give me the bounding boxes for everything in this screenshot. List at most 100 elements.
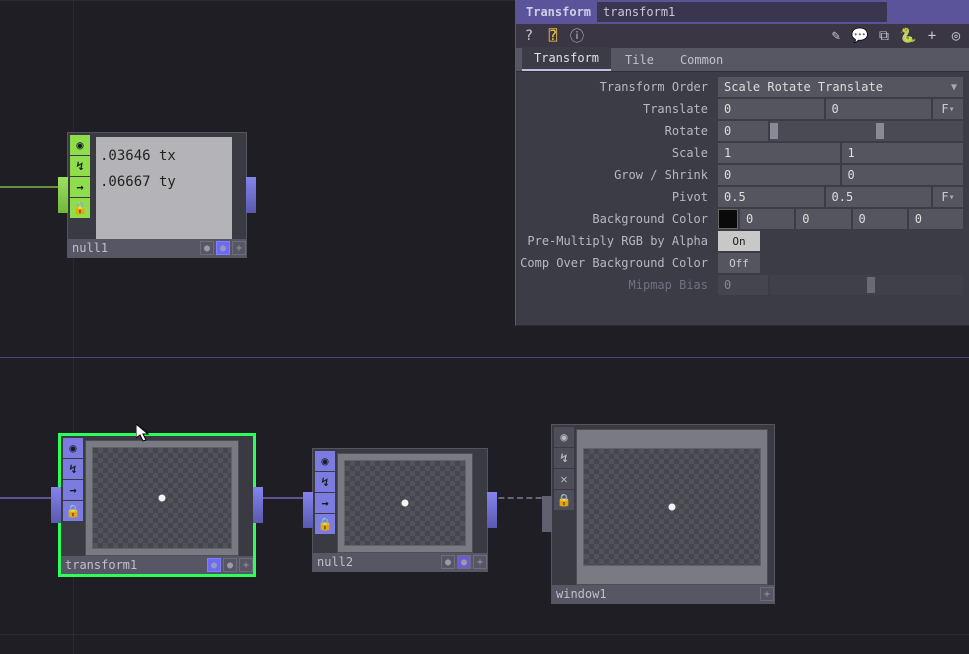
- bgcolor-r-input[interactable]: [740, 209, 794, 229]
- scale-y-input[interactable]: [842, 143, 964, 163]
- parameter-panel: Transform ? ⍰ ⓘ ✎ 💬 ⧉ 🐍 + ◎ Transform Ti…: [515, 0, 969, 326]
- readout-line-tx: .03646 tx: [100, 143, 228, 169]
- wire: [0, 186, 67, 188]
- bgcolor-g-input[interactable]: [796, 209, 850, 229]
- lock-flag-icon[interactable]: 🔒: [70, 198, 90, 218]
- param-premult: Pre-Multiply RGB by Alpha On: [516, 230, 963, 252]
- param-transform-order: Transform Order Scale Rotate Translate ▼: [516, 76, 963, 98]
- rotate-input[interactable]: [718, 121, 768, 141]
- scale-x-input[interactable]: [718, 143, 840, 163]
- copy-icon[interactable]: ⧉: [875, 27, 893, 45]
- viewer-flag-icon[interactable]: ◉: [70, 135, 90, 155]
- footer-plus-icon[interactable]: +: [760, 587, 774, 601]
- bypass-flag-icon[interactable]: ↯: [554, 448, 574, 468]
- footer-plus-icon[interactable]: +: [239, 558, 253, 572]
- rotate-slider[interactable]: [770, 121, 963, 141]
- node-null1[interactable]: ◉ ↯ → 🔒 .03646 tx .06667 ty null1 ● ● +: [67, 132, 247, 258]
- param-bgcolor: Background Color: [516, 208, 963, 230]
- panel-titlebar: Transform: [516, 0, 969, 24]
- display-flag-icon[interactable]: →: [63, 480, 83, 500]
- param-rotate: Rotate: [516, 120, 963, 142]
- panel-tabs: Transform Tile Common: [516, 48, 969, 72]
- lang-icon[interactable]: ◎: [947, 27, 965, 45]
- bgcolor-b-input[interactable]: [853, 209, 907, 229]
- connector-in[interactable]: [303, 492, 313, 528]
- premult-toggle[interactable]: On: [718, 231, 760, 251]
- operator-name-input[interactable]: [597, 2, 887, 22]
- connector-in[interactable]: [58, 177, 68, 213]
- close-flag-icon[interactable]: ✕: [554, 469, 574, 489]
- node-window1[interactable]: ◉ ↯ ✕ 🔒 window1 +: [551, 424, 775, 604]
- bgcolor-swatch[interactable]: [718, 209, 738, 229]
- tab-common[interactable]: Common: [668, 49, 735, 71]
- mipmap-input[interactable]: [718, 275, 768, 295]
- pivot-unit-select[interactable]: F ▾: [933, 187, 963, 207]
- footer-plus-icon[interactable]: +: [473, 555, 487, 569]
- footer-dot-icon[interactable]: ●: [200, 241, 214, 255]
- viewer-flag-icon[interactable]: ◉: [315, 451, 335, 471]
- connector-in[interactable]: [542, 496, 552, 532]
- pivot-x-input[interactable]: [718, 187, 824, 207]
- footer-display-icon[interactable]: ●: [207, 558, 221, 572]
- panel-iconbar: ? ⍰ ⓘ ✎ 💬 ⧉ 🐍 + ◎: [516, 24, 969, 48]
- lock-flag-icon[interactable]: 🔒: [63, 501, 83, 521]
- translate-x-input[interactable]: [718, 99, 824, 119]
- footer-plus-icon[interactable]: +: [232, 241, 246, 255]
- param-mipmap: Mipmap Bias: [516, 274, 963, 296]
- display-flag-icon[interactable]: →: [315, 493, 335, 513]
- param-translate: Translate F ▾: [516, 98, 963, 120]
- footer-dot-icon[interactable]: ●: [441, 555, 455, 569]
- footer-display-icon[interactable]: ●: [457, 555, 471, 569]
- presets-icon[interactable]: ⍰: [544, 27, 562, 45]
- add-icon[interactable]: +: [923, 27, 941, 45]
- help-icon[interactable]: ?: [520, 27, 538, 45]
- preview-dot-icon: [402, 500, 409, 507]
- node-preview: [85, 440, 239, 556]
- connector-in[interactable]: [51, 487, 61, 523]
- display-flag-icon[interactable]: →: [70, 177, 90, 197]
- connector-out[interactable]: [246, 177, 256, 213]
- node-readout: .03646 tx .06667 ty: [96, 137, 232, 239]
- node-transform1[interactable]: ◉ ↯ → 🔒 transform1 ● ● +: [60, 435, 254, 575]
- comment-icon[interactable]: 💬: [851, 27, 869, 45]
- viewer-flag-icon[interactable]: ◉: [554, 427, 574, 447]
- panel-params: Transform Order Scale Rotate Translate ▼…: [516, 72, 969, 325]
- lock-flag-icon[interactable]: 🔒: [554, 490, 574, 510]
- node-null2[interactable]: ◉ ↯ → 🔒 null2 ● ● +: [312, 448, 488, 572]
- mipmap-slider[interactable]: [770, 275, 963, 295]
- footer-dot-icon[interactable]: ●: [223, 558, 237, 572]
- param-scale: Scale: [516, 142, 963, 164]
- bypass-flag-icon[interactable]: ↯: [315, 472, 335, 492]
- connector-out[interactable]: [253, 487, 263, 523]
- node-preview: [576, 429, 768, 585]
- transform-order-select[interactable]: Scale Rotate Translate ▼: [718, 77, 963, 97]
- pivot-y-input[interactable]: [826, 187, 932, 207]
- bgcolor-a-input[interactable]: [909, 209, 963, 229]
- viewer-flag-icon[interactable]: ◉: [63, 438, 83, 458]
- info-icon[interactable]: ⓘ: [568, 27, 586, 45]
- readout-line-ty: .06667 ty: [100, 169, 228, 195]
- chevron-down-icon: ▾: [949, 192, 955, 203]
- lock-flag-icon[interactable]: 🔒: [315, 514, 335, 534]
- python-icon[interactable]: 🐍: [899, 27, 917, 45]
- tab-tile[interactable]: Tile: [613, 49, 666, 71]
- footer-display-icon[interactable]: ●: [216, 241, 230, 255]
- bypass-flag-icon[interactable]: ↯: [70, 156, 90, 176]
- chevron-down-icon: ▼: [951, 82, 957, 93]
- node-label: null1: [72, 241, 108, 255]
- translate-y-input[interactable]: [826, 99, 932, 119]
- translate-unit-select[interactable]: F ▾: [933, 99, 963, 119]
- connector-out[interactable]: [487, 492, 497, 528]
- grow-y-input[interactable]: [842, 165, 964, 185]
- compover-toggle[interactable]: Off: [718, 253, 760, 273]
- grow-x-input[interactable]: [718, 165, 840, 185]
- cursor-icon: [136, 424, 152, 444]
- tab-transform[interactable]: Transform: [522, 47, 611, 71]
- bypass-flag-icon[interactable]: ↯: [63, 459, 83, 479]
- node-preview: [337, 453, 473, 553]
- edit-icon[interactable]: ✎: [827, 27, 845, 45]
- node-label: transform1: [65, 558, 137, 572]
- node-label: window1: [556, 587, 607, 601]
- param-pivot: Pivot F ▾: [516, 186, 963, 208]
- preview-dot-icon: [669, 504, 676, 511]
